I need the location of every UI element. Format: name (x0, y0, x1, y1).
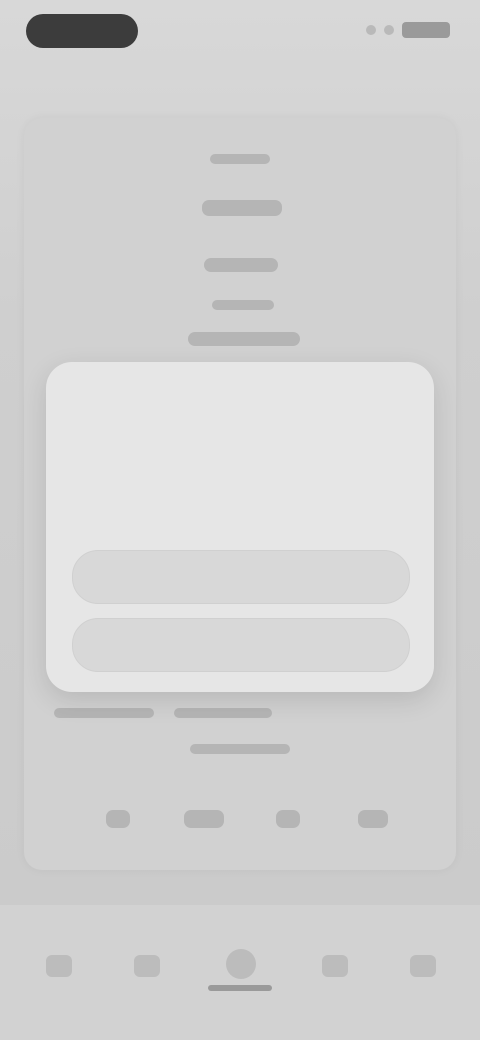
bg-icon-2 (184, 810, 224, 828)
signal-icon (366, 25, 376, 35)
secondary-button[interactable] (72, 618, 410, 672)
nav-item-3-icon[interactable] (226, 949, 256, 979)
wifi-icon (384, 25, 394, 35)
status-right (366, 22, 450, 38)
bg-icon-1 (106, 810, 130, 828)
bg-small-label (210, 154, 270, 164)
bg-caption (212, 300, 274, 310)
nav-item-4-icon[interactable] (322, 955, 348, 977)
status-bar (0, 0, 480, 64)
bg-subheading (204, 258, 278, 272)
bg-heading (202, 200, 282, 216)
nav-item-1-icon[interactable] (46, 955, 72, 977)
nav-item-2-icon[interactable] (134, 955, 160, 977)
home-indicator (208, 985, 272, 991)
bg-caption-2 (188, 332, 300, 346)
bg-icon-4 (358, 810, 388, 828)
primary-button[interactable] (72, 550, 410, 604)
screen (0, 0, 480, 1040)
battery-icon (402, 22, 450, 38)
bottom-nav (0, 905, 480, 1040)
bg-centered-text (190, 744, 290, 754)
bg-row-right (174, 708, 272, 718)
bg-icon-3 (276, 810, 300, 828)
nav-item-5-icon[interactable] (410, 955, 436, 977)
bg-row-left (54, 708, 154, 718)
status-pill (26, 14, 138, 48)
modal-dialog (46, 362, 434, 692)
